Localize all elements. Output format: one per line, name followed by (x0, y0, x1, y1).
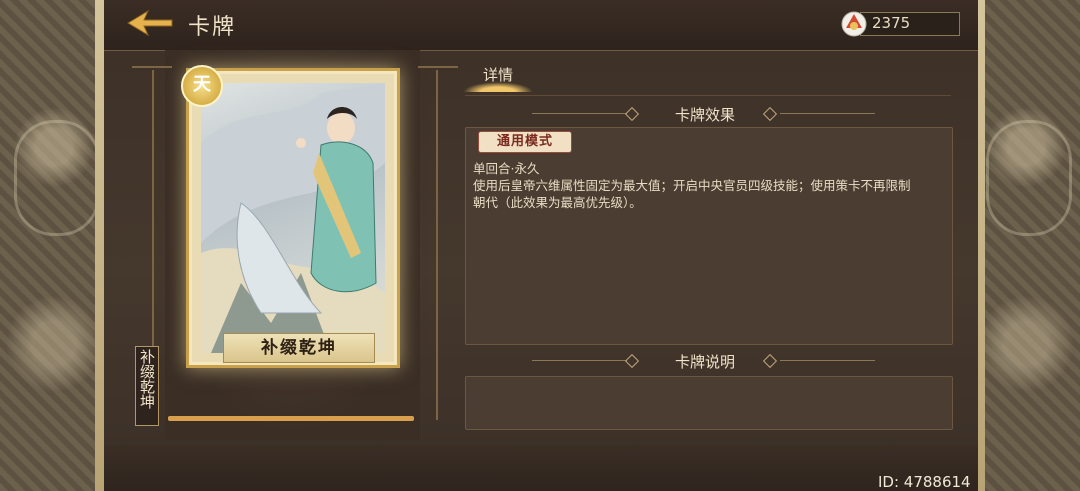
effect-line: 朝代（此效果为最高优先级）。 (473, 195, 642, 210)
currency-value: 2375 (872, 14, 911, 32)
card-rarity-badge: 天 (181, 65, 223, 107)
card-vertical-label: 补缀乾坤 (135, 346, 159, 426)
section-ornament (532, 113, 627, 114)
currency-display: 2375 (838, 8, 960, 38)
mode-tag: 通用模式 (478, 131, 572, 153)
feather-token-icon (841, 11, 867, 37)
effect-description: 单回合·永久 使用后皇帝六维属性固定为最大值；开启中央官员四级技能；使用策卡不再… (473, 160, 943, 211)
card-vertical-text: 补缀乾坤 (138, 349, 156, 409)
dragon-ornament-icon (14, 120, 100, 236)
page-title: 卡牌 (188, 15, 237, 40)
tab-details-label: 详情 (483, 66, 514, 84)
card-artwork (201, 83, 385, 353)
right-rail (436, 70, 438, 420)
dragon-ornament-icon (986, 120, 1072, 236)
rail-cap (132, 66, 172, 68)
right-decorative-border (972, 0, 1080, 491)
back-button[interactable] (126, 8, 174, 38)
effect-section-title: 卡牌效果 (674, 106, 735, 124)
section-ornament (780, 360, 875, 361)
section-ornament (780, 113, 875, 114)
left-rail (152, 70, 154, 350)
card-progress-fill (168, 416, 414, 421)
description-box (465, 376, 953, 430)
rail-cap (418, 66, 458, 68)
card-name-plate: 补缀乾坤 (223, 333, 375, 363)
card-illustration (201, 83, 385, 353)
tab-divider (465, 95, 951, 96)
left-decorative-border (0, 0, 108, 491)
card-image[interactable]: 天 补缀乾坤 (181, 65, 400, 368)
effect-line: 使用后皇帝六维属性固定为最大值；开启中央官员四级技能；使用策卡不再限制 (473, 178, 911, 193)
effect-line: 单回合·永久 (473, 161, 540, 176)
description-section-title: 卡牌说明 (674, 353, 735, 371)
section-ornament (532, 360, 627, 361)
card-progress-bar (168, 416, 414, 421)
player-id: ID: 4788614 (878, 473, 971, 491)
tab-details[interactable]: 详情 (463, 60, 533, 92)
arrow-left-icon (127, 9, 173, 37)
bottom-bar (104, 445, 978, 491)
